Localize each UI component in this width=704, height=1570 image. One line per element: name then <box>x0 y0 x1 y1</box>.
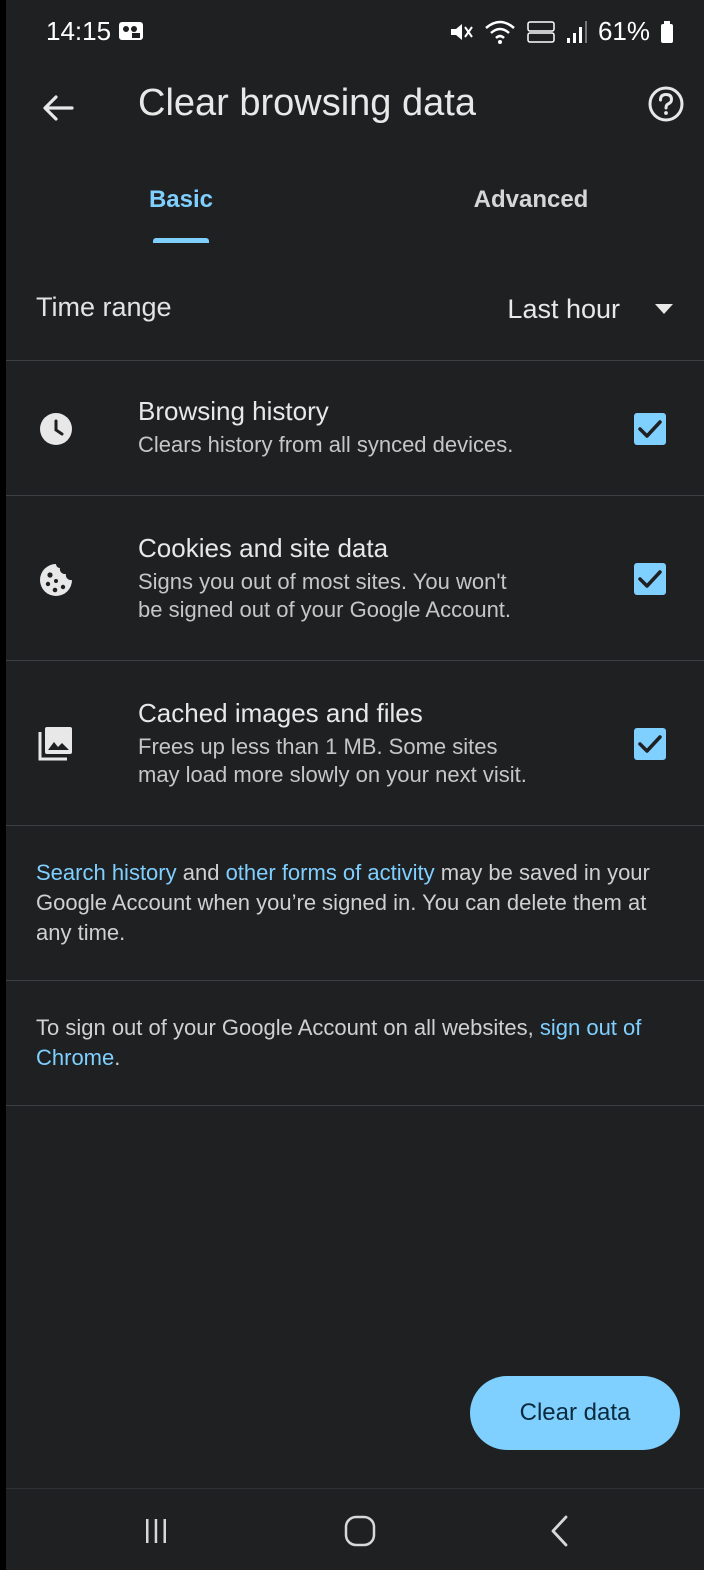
tab-advanced[interactable]: Advanced <box>446 170 616 246</box>
cookie-icon <box>36 560 76 600</box>
cached-images-checkbox[interactable] <box>634 728 666 760</box>
recent-apps-icon <box>146 1519 166 1543</box>
back-button[interactable] <box>34 84 82 132</box>
account-activity-notice: Search history and other forms of activi… <box>36 858 676 948</box>
notice-text: and <box>176 860 226 885</box>
chevron-left-icon <box>551 1515 568 1547</box>
option-cookies[interactable]: Cookies and site data Signs you out of m… <box>6 496 704 660</box>
option-description-line: Signs you out of most sites. You won't <box>138 569 507 594</box>
search-history-link[interactable]: Search history <box>36 860 177 885</box>
page-title: Clear browsing data <box>138 82 476 124</box>
option-text: Browsing history Clears history from all… <box>138 395 608 459</box>
status-time: 14:15 <box>46 16 112 46</box>
checkmark-icon <box>638 735 662 753</box>
arrow-back-icon <box>43 95 74 121</box>
tab-bar: Basic Advanced <box>6 170 704 246</box>
option-description-line: Frees up less than 1 MB. Some sites <box>138 734 498 759</box>
notice-text: . <box>114 1045 121 1070</box>
notice-text: To sign out of your Google Account on al… <box>36 1015 540 1040</box>
option-title: Cached images and files <box>138 698 423 728</box>
clear-data-button[interactable]: Clear data <box>470 1376 680 1450</box>
home-icon <box>344 1515 376 1547</box>
cookies-checkbox[interactable] <box>634 563 666 595</box>
option-browsing-history[interactable]: Browsing history Clears history from all… <box>6 361 704 495</box>
time-range-dropdown[interactable]: Last hour <box>507 284 674 334</box>
wifi-icon <box>485 20 515 44</box>
option-description: Signs you out of most sites. You won't b… <box>138 568 608 624</box>
option-description: Clears history from all synced devices. <box>138 432 514 457</box>
system-navigation-bar <box>6 1488 704 1570</box>
image-icon <box>36 723 76 763</box>
recent-apps-button[interactable] <box>132 1507 180 1555</box>
status-bar: 14:15 61% <box>6 0 704 64</box>
checkmark-icon <box>638 570 662 588</box>
home-button[interactable] <box>336 1507 384 1555</box>
option-cached-images[interactable]: Cached images and files Frees up less th… <box>6 661 704 825</box>
help-icon <box>648 86 684 122</box>
option-description-line: be signed out of your Google Account. <box>138 597 512 622</box>
battery-percent: 61% <box>597 16 650 46</box>
option-title: Cookies and site data <box>138 533 389 563</box>
clock-icon <box>36 409 76 449</box>
option-description: Frees up less than 1 MB. Some sites may … <box>138 733 608 789</box>
signal-icon <box>566 20 587 43</box>
sign-out-notice: To sign out of your Google Account on al… <box>36 1013 676 1073</box>
notification-app-icon <box>119 22 143 40</box>
tab-indicator <box>153 238 209 243</box>
battery-icon <box>661 20 673 43</box>
option-text: Cached images and files Frees up less th… <box>138 697 608 789</box>
option-text: Cookies and site data Signs you out of m… <box>138 532 608 624</box>
status-icons: 61% <box>448 16 674 47</box>
volte-icon <box>527 20 555 43</box>
app-bar: Clear browsing data <box>6 64 704 148</box>
divider <box>6 980 704 981</box>
option-title: Browsing history <box>138 396 329 426</box>
other-activity-link[interactable]: other forms of activity <box>226 860 435 885</box>
time-range-value: Last hour <box>507 293 620 324</box>
option-description-line: may load more slowly on your next visit. <box>138 762 527 787</box>
help-button[interactable] <box>642 80 690 128</box>
screen: 14:15 61% Clear browsing data Basic Adva… <box>6 0 704 1570</box>
divider <box>6 825 704 826</box>
tab-basic[interactable]: Basic <box>126 170 236 246</box>
mute-icon <box>450 23 473 40</box>
checkmark-icon <box>638 420 662 438</box>
browsing-history-checkbox[interactable] <box>634 413 666 445</box>
back-nav-button[interactable] <box>536 1507 584 1555</box>
time-range-label: Time range <box>36 292 172 322</box>
time-range-row: Time range Last hour <box>6 262 704 360</box>
divider <box>6 1105 704 1106</box>
dropdown-arrow-icon <box>655 304 673 314</box>
